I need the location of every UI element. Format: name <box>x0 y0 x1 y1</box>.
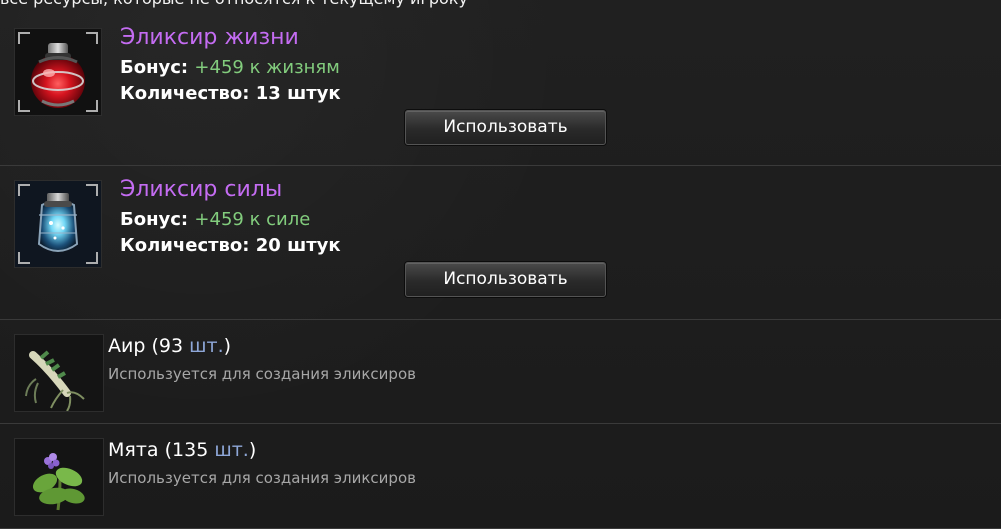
resource-description: Используется для создания эликсиров <box>108 365 416 383</box>
use-button-strength[interactable]: Использовать <box>405 262 606 297</box>
resource-description: Используется для создания эликсиров <box>108 469 416 487</box>
mint-herb-icon <box>14 438 104 516</box>
inventory-panel: все ресурсы, которые не относятся к теку… <box>0 0 1001 529</box>
resource-name-line: Мята (135 шт.) <box>108 438 256 462</box>
elixir-name: Эликсир силы <box>120 177 283 202</box>
resource-close-paren: ) <box>248 439 257 461</box>
elixir-quantity: Количество: 20 штук <box>120 234 341 258</box>
quantity-label: Количество: <box>120 235 250 256</box>
quantity-unit: штук <box>287 235 341 256</box>
frame-corner-icon <box>86 252 98 264</box>
elixir-bonus: Бонус: +459 к жизням <box>120 56 340 80</box>
elixir-item-life: Эликсир жизни Бонус: +459 к жизням Колич… <box>0 14 1001 166</box>
frame-corner-icon <box>86 100 98 112</box>
elixir-bonus: Бонус: +459 к силе <box>120 208 310 232</box>
top-cut-text: все ресурсы, которые не относятся к теку… <box>0 0 468 9</box>
blue-potion-icon <box>14 180 102 268</box>
mint-herb-icon-art <box>15 439 103 515</box>
elixir-item-strength: Эликсир силы Бонус: +459 к силе Количест… <box>0 166 1001 320</box>
resource-name-line: Аир (93 шт.) <box>108 334 231 358</box>
root-herb-icon-art <box>15 335 103 411</box>
frame-corner-icon <box>86 184 98 196</box>
resource-close-paren: ) <box>223 335 232 357</box>
frame-corner-icon <box>18 184 30 196</box>
quantity-unit: штук <box>287 83 341 104</box>
resource-item-mint: Мята (135 шт.) Используется для создания… <box>0 424 1001 529</box>
resource-item-air: Аир (93 шт.) Используется для создания э… <box>0 320 1001 424</box>
frame-corner-icon <box>18 100 30 112</box>
bonus-value: +459 к жизням <box>194 57 340 78</box>
bonus-value: +459 к силе <box>194 209 311 230</box>
quantity-value: 20 <box>255 235 281 256</box>
resource-name: Мята <box>108 439 159 461</box>
quantity-label: Количество: <box>120 83 250 104</box>
bonus-label: Бонус: <box>120 209 189 230</box>
root-herb-icon <box>14 334 104 412</box>
quantity-value: 13 <box>255 83 281 104</box>
resource-name: Аир <box>108 335 146 357</box>
resource-open-paren: ( <box>151 335 159 357</box>
use-button-life[interactable]: Использовать <box>405 110 606 145</box>
bonus-label: Бонус: <box>120 57 189 78</box>
frame-corner-icon <box>86 32 98 44</box>
red-potion-icon <box>14 28 102 116</box>
resource-open-paren: ( <box>164 439 173 461</box>
frame-corner-icon <box>18 252 30 264</box>
elixir-name: Эликсир жизни <box>120 25 299 50</box>
resource-unit: шт. <box>214 439 249 461</box>
resource-count: 135 <box>172 439 209 461</box>
frame-corner-icon <box>18 32 30 44</box>
resource-unit: шт. <box>189 335 224 357</box>
elixir-quantity: Количество: 13 штук <box>120 82 341 106</box>
resource-count: 93 <box>158 335 184 357</box>
